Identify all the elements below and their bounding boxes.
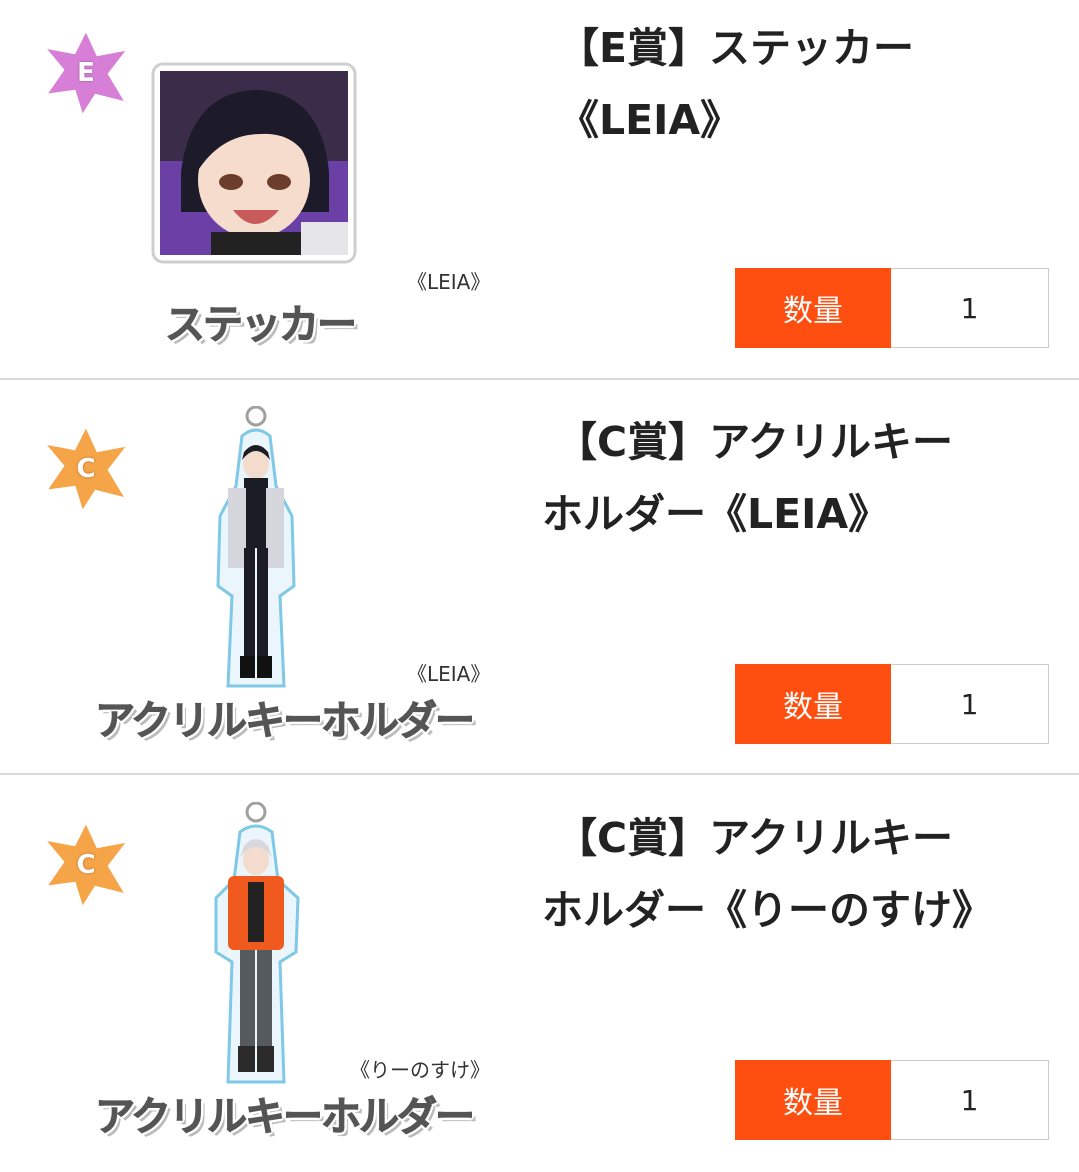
prize-badge-c: C bbox=[38, 422, 134, 516]
category-label: ステッカー bbox=[165, 302, 358, 349]
product-title[interactable]: 【C賞】アクリルキー ホルダー《LEIA》 bbox=[542, 406, 953, 550]
product-item: E 《LEIA》 ステッカー 【E賞】ステッカー 《LEIA》 数量 1 bbox=[0, 0, 1079, 380]
item-divider bbox=[0, 773, 1079, 775]
product-title-line2: ホルダー《りーのすけ》 bbox=[542, 886, 993, 934]
keyholder-image[interactable] bbox=[206, 405, 306, 696]
quantity-control[interactable]: 数量 1 bbox=[735, 664, 1049, 744]
product-title-line1: 【C賞】アクリルキー bbox=[556, 814, 954, 862]
item-divider bbox=[0, 378, 1079, 380]
product-title-line1: 【E賞】ステッカー bbox=[558, 24, 915, 72]
prize-badge-letter: C bbox=[76, 454, 96, 484]
product-title-line2: ホルダー《LEIA》 bbox=[542, 490, 890, 538]
prize-badge-letter: C bbox=[76, 850, 96, 880]
product-title[interactable]: 【C賞】アクリルキー ホルダー《りーのすけ》 bbox=[542, 802, 993, 946]
category-label: アクリルキーホルダー bbox=[95, 698, 476, 745]
product-title[interactable]: 【E賞】ステッカー 《LEIA》 bbox=[558, 12, 914, 156]
product-title-line2: 《LEIA》 bbox=[558, 96, 742, 144]
quantity-control[interactable]: 数量 1 bbox=[735, 268, 1049, 348]
product-item: C 《りーのすけ》 アクリルキーホルダー 【C賞】アクリルキー ホルダー《りーの… bbox=[0, 792, 1079, 1172]
variant-label: 《LEIA》 bbox=[407, 270, 491, 294]
quantity-label: 数量 bbox=[735, 664, 891, 744]
quantity-label: 数量 bbox=[735, 268, 891, 348]
quantity-input[interactable]: 1 bbox=[891, 1060, 1049, 1140]
sticker-image[interactable] bbox=[151, 62, 357, 264]
keyholder-image[interactable] bbox=[206, 801, 306, 1092]
quantity-input[interactable]: 1 bbox=[891, 664, 1049, 744]
variant-label: 《LEIA》 bbox=[407, 662, 491, 686]
product-item: C 《LEIA》 アクリルキーホルダー 【C賞】アクリルキー ホルダー《LEIA… bbox=[0, 396, 1079, 776]
category-label: アクリルキーホルダー bbox=[95, 1094, 476, 1141]
quantity-label: 数量 bbox=[735, 1060, 891, 1140]
prize-badge-e: E bbox=[38, 26, 134, 120]
product-title-line1: 【C賞】アクリルキー bbox=[556, 418, 954, 466]
variant-label: 《りーのすけ》 bbox=[350, 1058, 490, 1082]
quantity-control[interactable]: 数量 1 bbox=[735, 1060, 1049, 1140]
prize-badge-letter: E bbox=[77, 58, 95, 88]
prize-badge-c: C bbox=[38, 818, 134, 912]
quantity-input[interactable]: 1 bbox=[891, 268, 1049, 348]
